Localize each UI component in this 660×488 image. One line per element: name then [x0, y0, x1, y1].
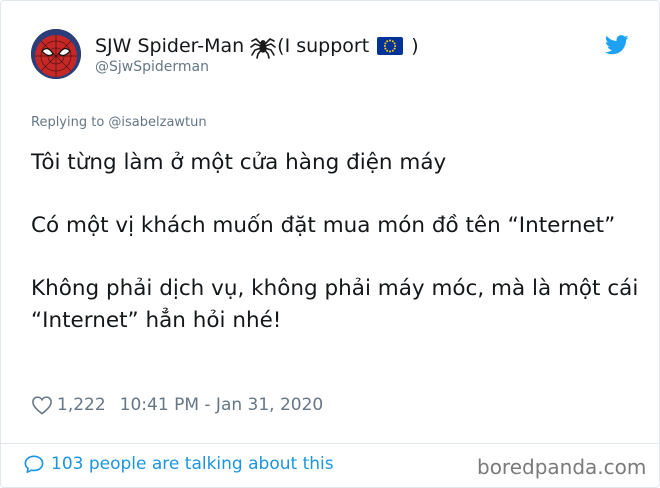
tweet-paragraph: Có một vị khách muốn đặt mua món đồ tên …: [31, 213, 616, 238]
divider: [1, 443, 659, 444]
tweet-card: SJW Spider-Man (I support) @SjwSpiderma…: [0, 0, 660, 488]
user-display-name[interactable]: SJW Spider-Man (I support): [95, 33, 419, 59]
heart-icon[interactable]: [31, 395, 53, 415]
tweet-text: Tôi từng làm ở một cửa hàng điện máy Có …: [31, 147, 641, 368]
eu-flag-icon: [377, 37, 404, 55]
display-name-text: SJW Spider-Man: [95, 35, 245, 57]
conversation-count-text: 103 people are talking about this: [51, 454, 334, 474]
speech-bubble-icon: [24, 455, 44, 473]
name-suffix-open: (I support: [277, 35, 370, 57]
watermark: boredpanda.com: [477, 455, 647, 479]
conversation-link[interactable]: 103 people are talking about this: [23, 454, 334, 474]
replying-to-label[interactable]: Replying to @isabelzawtun: [31, 115, 207, 130]
like-count[interactable]: 1,222: [57, 395, 106, 415]
spiderman-avatar-icon: [31, 29, 81, 79]
timestamp[interactable]: 10:41 PM - Jan 31, 2020: [120, 395, 324, 415]
tweet-paragraph: Không phải dịch vụ, không phải máy móc, …: [31, 276, 639, 333]
twitter-bird-icon[interactable]: [604, 35, 629, 55]
user-handle[interactable]: @SjwSpiderman: [95, 59, 209, 75]
name-suffix-close: ): [411, 35, 419, 57]
spider-icon: [250, 33, 276, 59]
avatar[interactable]: [31, 29, 81, 79]
tweet-paragraph: Tôi từng làm ở một cửa hàng điện máy: [31, 150, 447, 175]
tweet-meta: 1,222 10:41 PM - Jan 31, 2020: [31, 395, 323, 415]
